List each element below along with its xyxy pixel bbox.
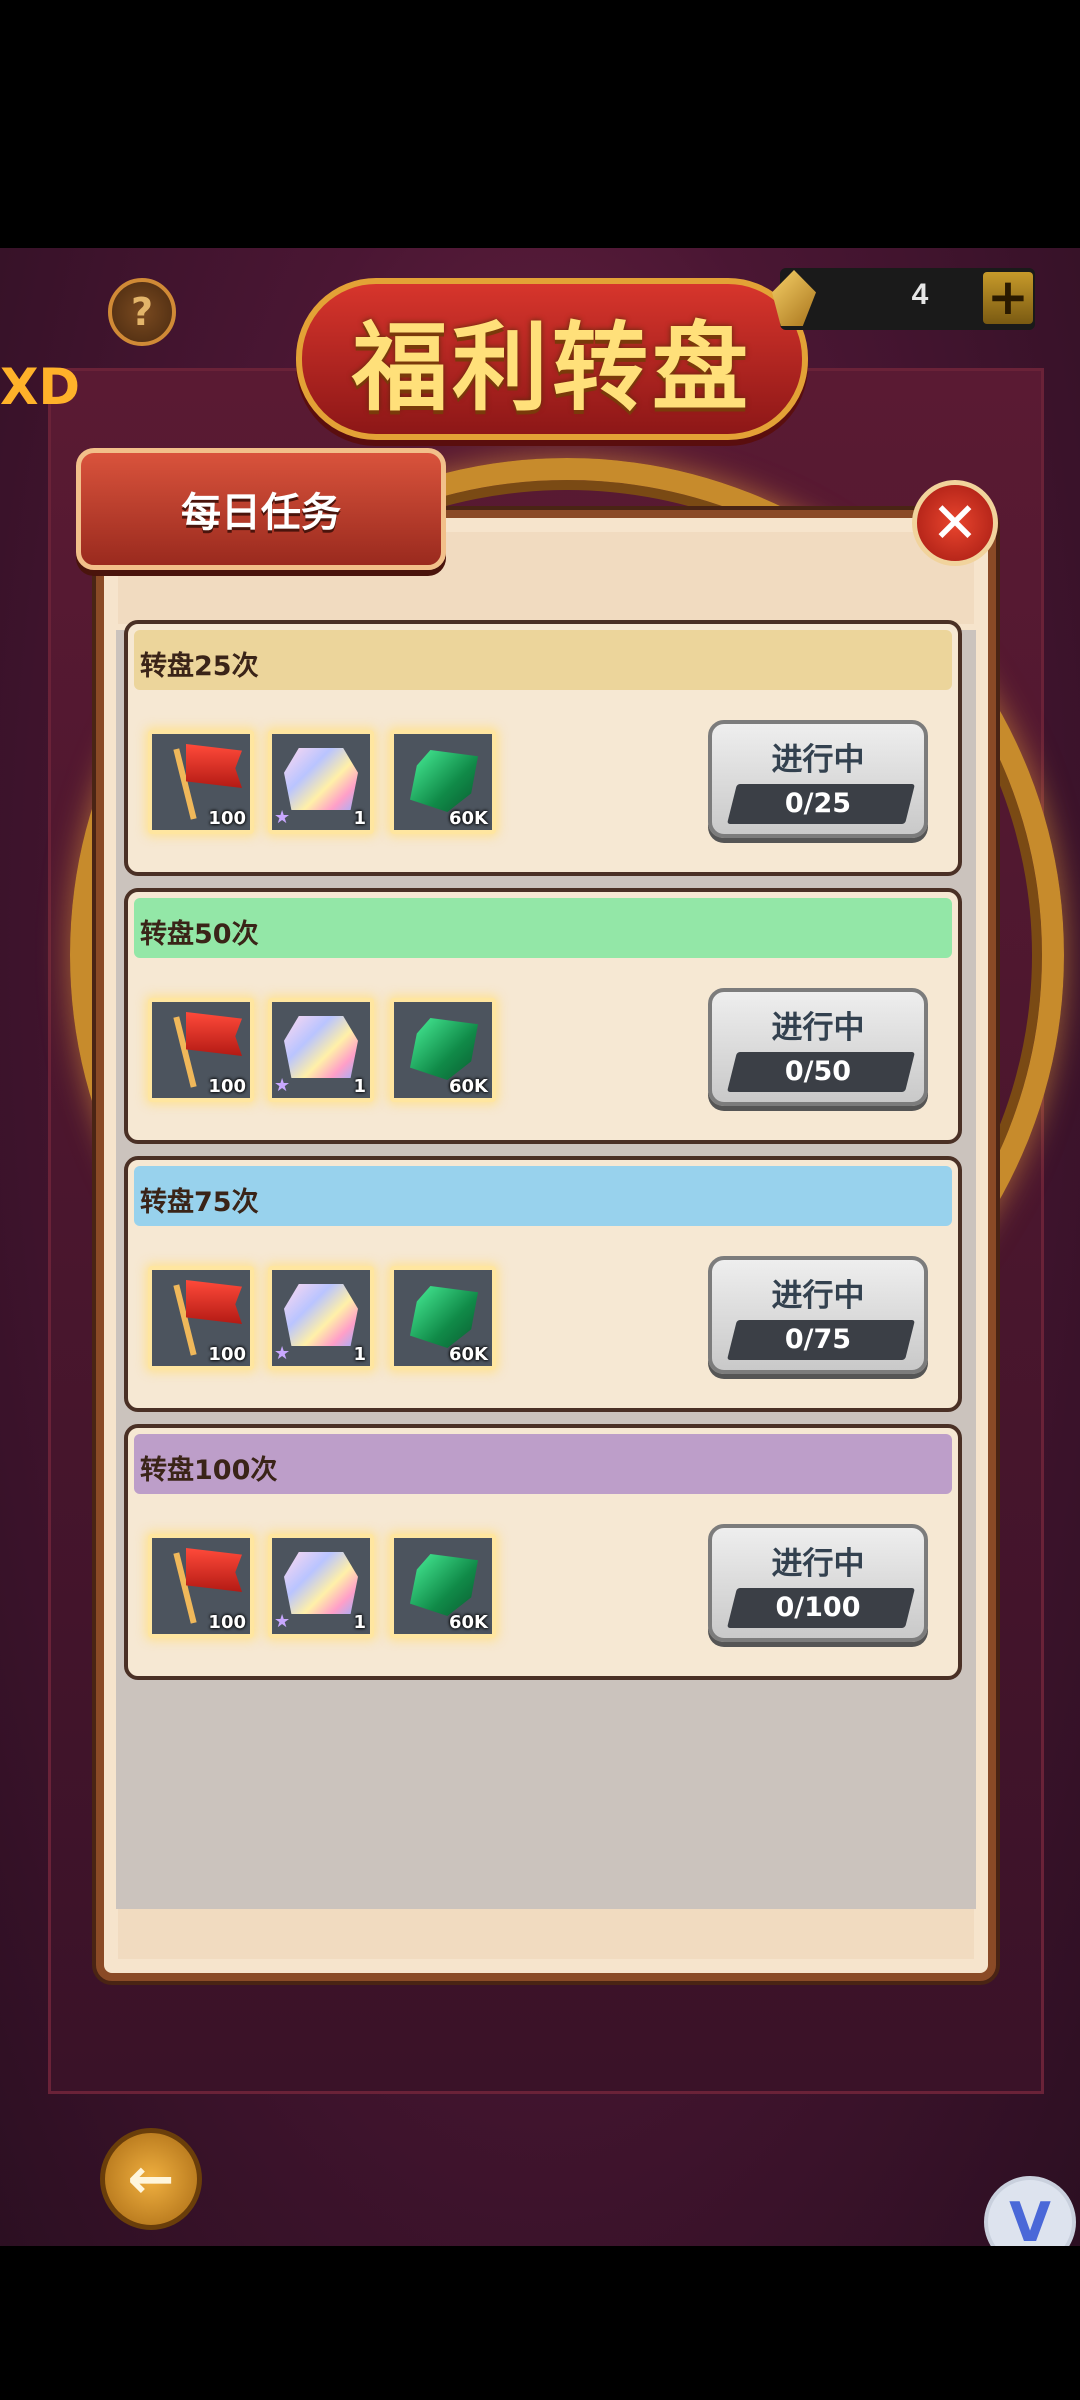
currency-counter: 4 + (772, 268, 1035, 330)
reward-count: 100 (208, 1612, 246, 1633)
task-card: 转盘100次 100 ★ 1 60K 进行中 0/100 (124, 1424, 962, 1680)
reward-count: 60K (449, 1344, 488, 1365)
reward-item[interactable]: 60K (390, 730, 496, 834)
task-progress-button[interactable]: 进行中 0/25 (708, 720, 928, 838)
game-scene: XD ? 福利转盘 4 + ← V 每日任务 ✕ 转盘25次 100 ★ 1 60K 进行… (0, 248, 1080, 2246)
dialog-bottom-strip (118, 1909, 974, 1959)
reward-item[interactable]: 100 (148, 1266, 254, 1370)
task-progress-button[interactable]: 进行中 0/50 (708, 988, 928, 1106)
task-card: 转盘75次 100 ★ 1 60K 进行中 0/75 (124, 1156, 962, 1412)
star-icon: ★ (274, 807, 291, 828)
task-label: 转盘50次 (140, 919, 259, 950)
task-card: 转盘25次 100 ★ 1 60K 进行中 0/25 (124, 620, 962, 876)
dialog-title: 每日任务 (181, 490, 341, 536)
reward-count: 1 (353, 1076, 366, 1097)
task-status: 进行中 (771, 1546, 865, 1582)
banner-title: 福利转盘 (352, 311, 752, 424)
back-arrow-icon[interactable]: ← (100, 2128, 202, 2230)
reward-item[interactable]: 100 (148, 998, 254, 1102)
reward-count: 60K (449, 1076, 488, 1097)
task-header: 转盘100次 (134, 1434, 952, 1494)
reward-count: 1 (353, 1612, 366, 1633)
reward-item[interactable]: 100 (148, 730, 254, 834)
reward-count: 1 (353, 1344, 366, 1365)
task-label: 转盘75次 (140, 1187, 259, 1218)
reward-item[interactable]: ★ 1 (268, 998, 374, 1102)
currency-amount: 4 (911, 278, 929, 311)
title-banner: 福利转盘 (296, 278, 808, 440)
task-label: 转盘25次 (140, 651, 259, 682)
dialog-title-tab: 每日任务 (76, 448, 446, 570)
task-status: 进行中 (771, 1010, 865, 1046)
task-header: 转盘75次 (134, 1166, 952, 1226)
reward-item[interactable]: ★ 1 (268, 1534, 374, 1638)
task-card: 转盘50次 100 ★ 1 60K 进行中 0/50 (124, 888, 962, 1144)
reward-item[interactable]: 100 (148, 1534, 254, 1638)
star-icon: ★ (274, 1343, 291, 1364)
side-tab-label[interactable]: XD (0, 358, 80, 416)
task-header: 转盘25次 (134, 630, 952, 690)
question-mark-icon[interactable]: ? (108, 278, 176, 346)
reward-item[interactable]: ★ 1 (268, 1266, 374, 1370)
reward-count: 1 (353, 808, 366, 829)
progress-text: 0/25 (784, 788, 852, 819)
reward-count: 60K (449, 808, 488, 829)
reward-count: 100 (208, 808, 246, 829)
task-label: 转盘100次 (140, 1455, 278, 1486)
plus-icon[interactable]: + (983, 272, 1033, 324)
close-icon[interactable]: ✕ (912, 480, 998, 566)
star-icon: ★ (274, 1611, 291, 1632)
task-progress-button[interactable]: 进行中 0/100 (708, 1524, 928, 1642)
progress-text: 0/75 (784, 1324, 852, 1355)
task-progress-button[interactable]: 进行中 0/75 (708, 1256, 928, 1374)
reward-count: 100 (208, 1076, 246, 1097)
reward-count: 100 (208, 1344, 246, 1365)
task-status: 进行中 (771, 742, 865, 778)
star-icon: ★ (274, 1075, 291, 1096)
progress-text: 0/50 (784, 1056, 852, 1087)
overlay-badge[interactable]: V (984, 2176, 1076, 2246)
task-header: 转盘50次 (134, 898, 952, 958)
reward-count: 60K (449, 1612, 488, 1633)
reward-item[interactable]: 60K (390, 1266, 496, 1370)
task-status: 进行中 (771, 1278, 865, 1314)
reward-item[interactable]: 60K (390, 998, 496, 1102)
reward-item[interactable]: ★ 1 (268, 730, 374, 834)
progress-text: 0/100 (775, 1592, 861, 1623)
reward-item[interactable]: 60K (390, 1534, 496, 1638)
